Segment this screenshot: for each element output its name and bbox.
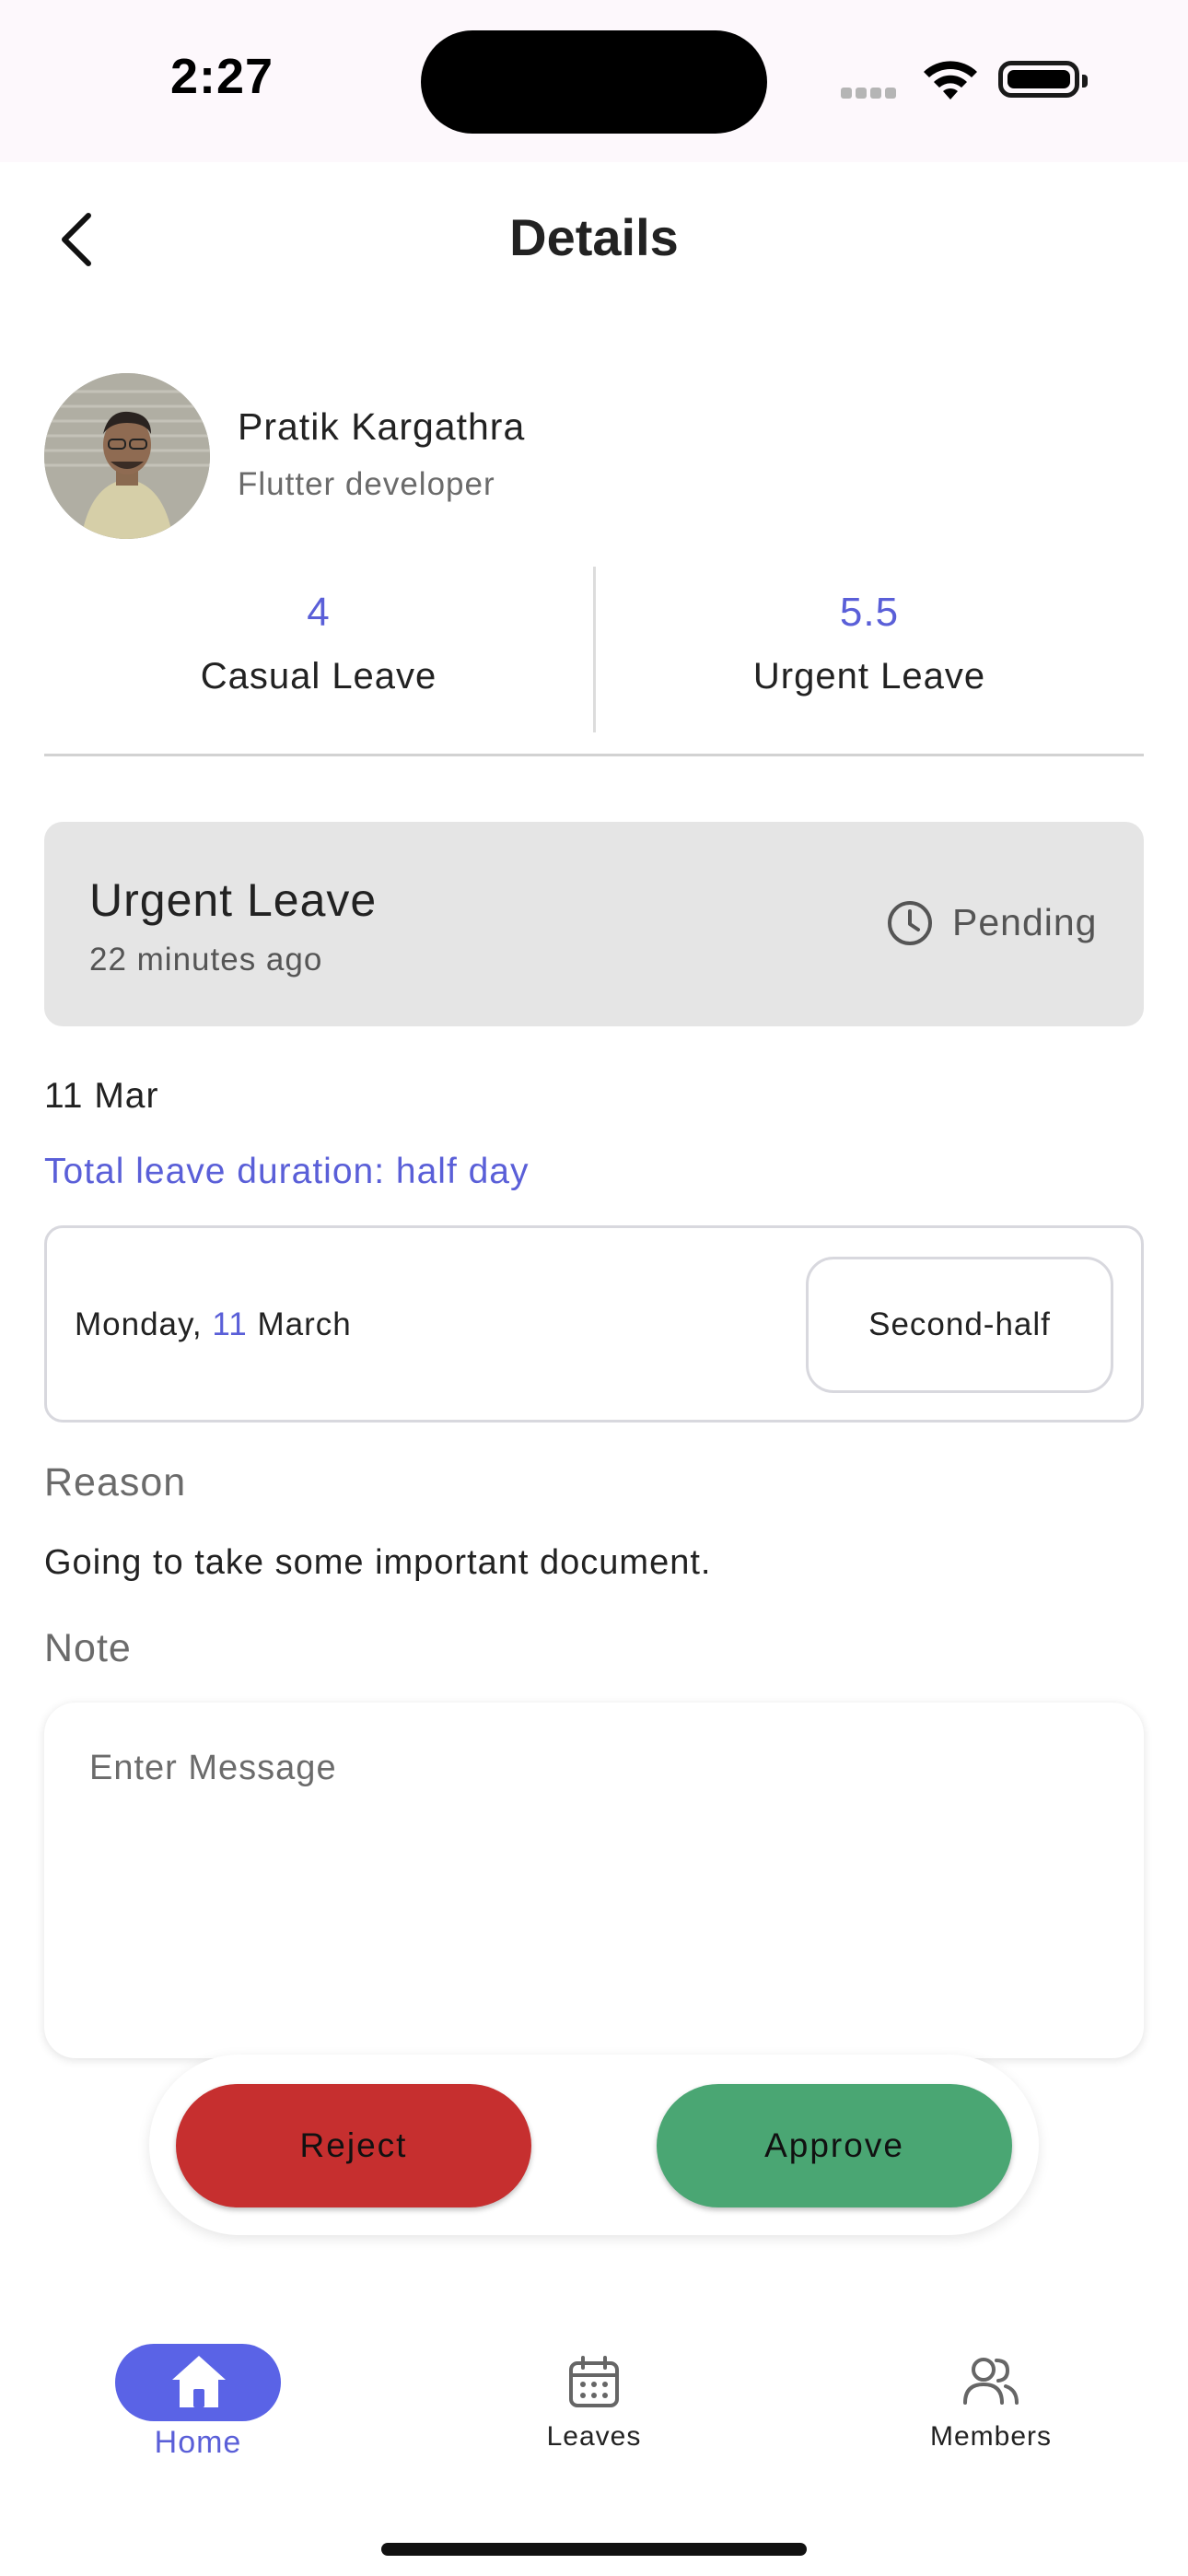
employee-role: Flutter developer [238, 466, 495, 502]
reject-button[interactable]: Reject [176, 2084, 531, 2207]
employee-name: Pratik Kargathra [238, 405, 526, 448]
leave-requested-time: 22 minutes ago [89, 942, 323, 978]
home-icon [172, 2356, 226, 2407]
clock-icon [888, 901, 932, 945]
page-title: Details [509, 208, 679, 266]
leave-type: Urgent Leave [89, 874, 378, 926]
casual-leave-label: Casual Leave [200, 656, 437, 697]
nav-members-label[interactable]: Members [853, 2421, 1129, 2453]
leave-duration: Total leave duration: half day [44, 1152, 530, 1191]
half-day-selector[interactable]: Second-half [806, 1257, 1113, 1393]
urgent-leave-balance: 5.5 Urgent Leave [595, 590, 1144, 697]
home-indicator [381, 2543, 807, 2556]
leave-day-date: Monday, 11 March [75, 1306, 352, 1343]
section-divider [44, 754, 1144, 756]
urgent-leave-count: 5.5 [839, 590, 900, 635]
status-badge: Pending [952, 901, 1098, 943]
reason-label: Reason [44, 1460, 187, 1505]
battery-icon [998, 61, 1088, 98]
weekday: Monday, [75, 1306, 203, 1342]
nav-home-label[interactable]: Home [60, 2425, 336, 2461]
month: March [257, 1306, 352, 1342]
leave-date: 11 Mar [44, 1076, 159, 1116]
casual-leave-balance: 4 Casual Leave [44, 590, 593, 697]
avatar [44, 373, 210, 539]
urgent-leave-label: Urgent Leave [752, 656, 986, 697]
status-time: 2:27 [170, 49, 274, 104]
note-label: Note [44, 1626, 132, 1670]
cellular-signal-icon [841, 87, 900, 103]
reason-text: Going to take some important document. [44, 1543, 712, 1582]
day-number: 11 [212, 1306, 248, 1342]
approve-button[interactable]: Approve [657, 2084, 1012, 2207]
members-icon[interactable] [961, 2355, 1020, 2406]
wifi-icon [924, 61, 977, 100]
casual-leave-count: 4 [307, 590, 331, 635]
note-input[interactable] [89, 1749, 1102, 1788]
dynamic-island [421, 30, 767, 134]
calendar-icon[interactable] [566, 2355, 622, 2410]
nav-leaves-label[interactable]: Leaves [456, 2421, 732, 2453]
